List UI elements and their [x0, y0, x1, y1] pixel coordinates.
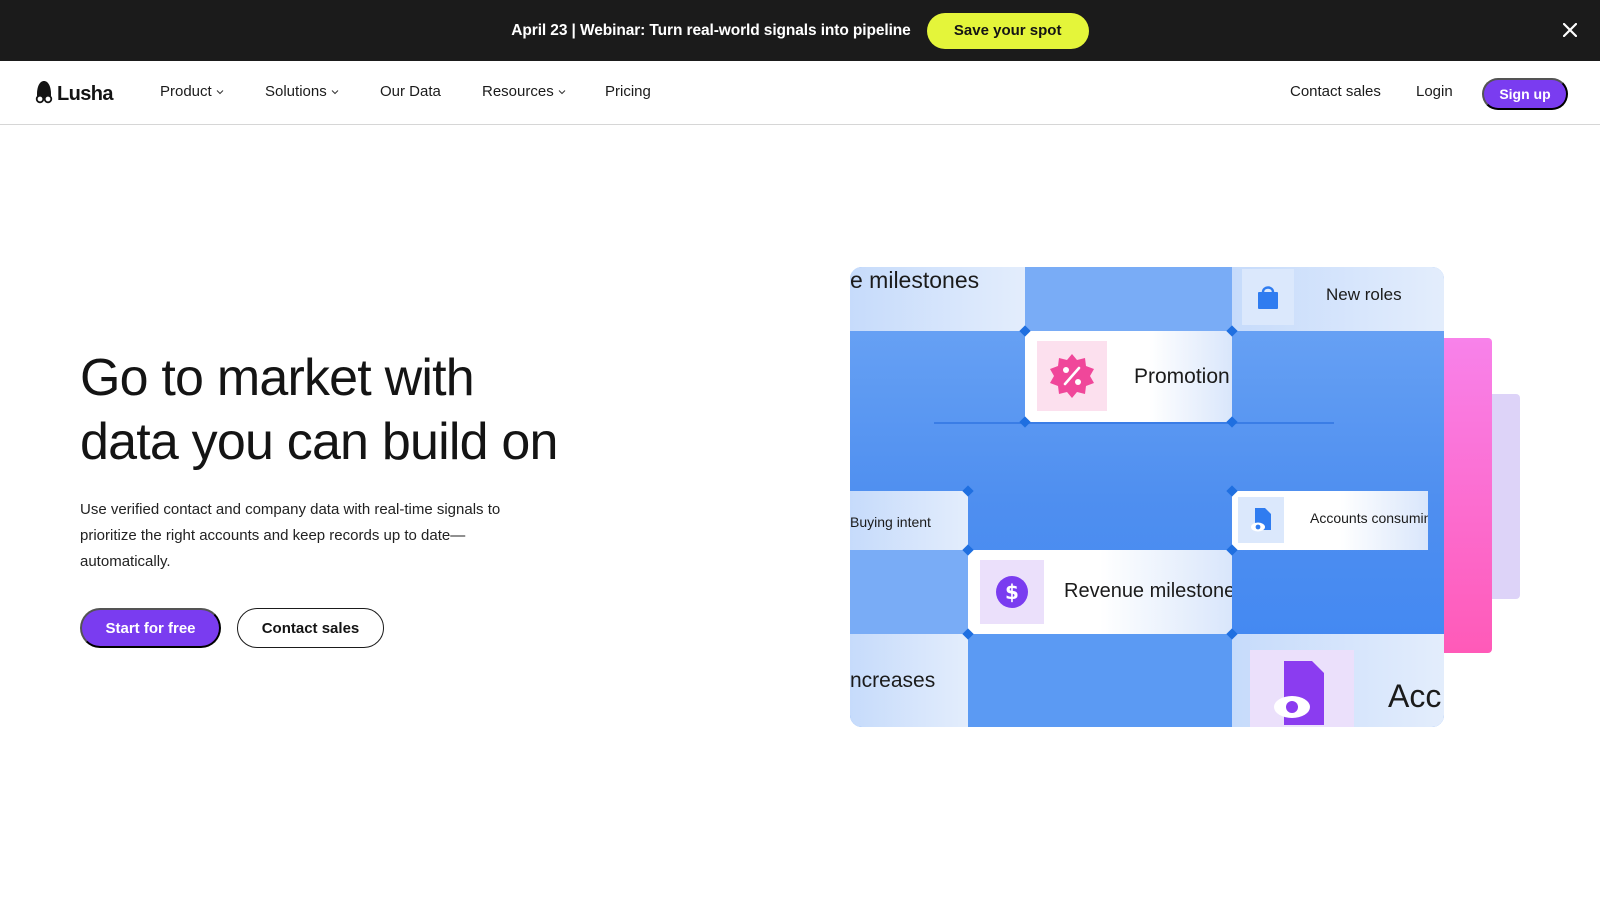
card-label: Buying intent — [850, 514, 931, 530]
nav-item-resources[interactable]: Resources — [482, 83, 566, 100]
hero-title-line-2: data you can build on — [80, 413, 558, 471]
document-eye-icon — [1238, 497, 1284, 543]
main-nav: Lusha Product Solutions Our Data Resourc… — [0, 61, 1600, 125]
card-label: e milestones — [850, 267, 980, 293]
nav-item-our-data[interactable]: Our Data — [380, 83, 441, 100]
chevron-down-icon — [216, 88, 224, 96]
card-label: Revenue milestones — [1064, 580, 1232, 602]
connector-line — [934, 422, 1334, 424]
nav-item-pricing[interactable]: Pricing — [605, 83, 651, 100]
card-label: Accounts consuming — [1310, 510, 1428, 526]
save-your-spot-button[interactable]: Save your spot — [926, 12, 1089, 49]
card-new-roles: New roles — [1232, 267, 1444, 331]
hero-subtitle: Use verified contact and company data wi… — [80, 501, 501, 570]
card-accounts-consuming: Accounts consuming — [1232, 491, 1428, 550]
close-icon[interactable] — [1558, 18, 1582, 42]
nav-item-label: Solutions — [265, 83, 327, 100]
start-for-free-button[interactable]: Start for free — [80, 608, 221, 648]
card-milestones: e milestones — [850, 267, 1025, 331]
nav-item-product[interactable]: Product — [160, 83, 224, 100]
card-buying-intent: Buying intent — [850, 491, 968, 550]
card-increases: ncreases — [850, 634, 968, 727]
signals-illustration: e milestones New roles Promotion Buying … — [850, 267, 1444, 727]
grid-cell — [1025, 267, 1232, 331]
svg-text:$: $ — [1005, 580, 1019, 604]
chevron-down-icon — [558, 88, 566, 96]
grid-cell — [850, 550, 968, 634]
hero-title: Go to market with data you can build on — [80, 346, 700, 474]
announcement-bar: April 23 | Webinar: Turn real-world sign… — [0, 0, 1600, 61]
card-promotion: Promotion — [1025, 331, 1232, 422]
nav-item-solutions[interactable]: Solutions — [265, 83, 339, 100]
chevron-down-icon — [331, 88, 339, 96]
document-eye-icon — [1250, 650, 1354, 727]
card-acc: Acc — [1232, 634, 1444, 727]
dollar-icon: $ — [980, 560, 1044, 624]
card-revenue-milestones: $ Revenue milestones — [968, 550, 1232, 634]
lusha-logo-icon — [33, 80, 55, 109]
announcement-text: April 23 | Webinar: Turn real-world sign… — [511, 21, 911, 39]
hero-title-line-1: Go to market with — [80, 349, 475, 407]
nav-item-label: Product — [160, 83, 212, 100]
nav-item-label: Pricing — [605, 83, 651, 100]
card-label: New roles — [1326, 285, 1402, 304]
contact-sales-button[interactable]: Contact sales — [237, 608, 384, 648]
grid-cell — [968, 634, 1232, 727]
logo-text: Lusha — [57, 83, 114, 105]
discount-badge-icon — [1037, 341, 1107, 411]
bag-icon — [1242, 269, 1294, 325]
sign-up-button[interactable]: Sign up — [1482, 78, 1568, 110]
nav-item-label: Resources — [482, 83, 554, 100]
card-label: ncreases — [850, 669, 936, 692]
contact-sales-link[interactable]: Contact sales — [1290, 83, 1381, 100]
login-link[interactable]: Login — [1416, 83, 1453, 100]
card-label: Acc — [1388, 678, 1442, 714]
card-label: Promotion — [1134, 365, 1230, 388]
nav-item-label: Our Data — [380, 83, 441, 100]
lusha-logo[interactable]: Lusha — [33, 80, 114, 109]
